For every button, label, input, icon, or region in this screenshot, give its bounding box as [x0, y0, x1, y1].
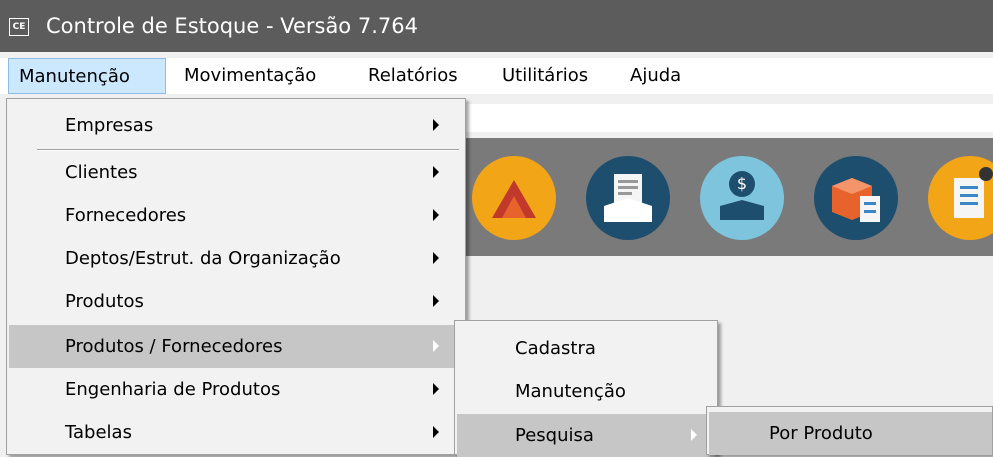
menu-item-label: Engenharia de Produtos: [65, 379, 281, 400]
menu-item-manutencao[interactable]: Manutenção: [457, 370, 715, 413]
menu-movimentacao[interactable]: Movimentação: [184, 58, 316, 94]
submenu-arrow-icon: [433, 166, 439, 178]
submenu-arrow-icon: [433, 119, 439, 131]
svg-text:$: $: [737, 174, 747, 193]
menu-item-por-produto[interactable]: Por Produto: [709, 412, 992, 455]
menu-item-deptos[interactable]: Deptos/Estrut. da Organização: [9, 237, 463, 280]
menu-item-engenharia[interactable]: Engenharia de Produtos: [9, 368, 463, 411]
title-bar: CE Controle de Estoque - Versão 7.764: [0, 0, 993, 52]
submenu-arrow-icon: [433, 340, 439, 352]
submenu-arrow-icon: [433, 383, 439, 395]
menu-item-label: Clientes: [65, 162, 138, 183]
open-box-document-icon[interactable]: [586, 156, 670, 240]
menu-item-label: Fornecedores: [65, 205, 187, 226]
submenu-arrow-icon: [433, 426, 439, 438]
menu-item-label: Deptos/Estrut. da Organização: [65, 248, 341, 269]
manutencao-dropdown: Empresas Clientes Fornecedores Deptos/Es…: [6, 98, 466, 455]
menu-item-label: Tabelas: [65, 422, 132, 443]
menu-manutencao[interactable]: Manutenção: [8, 58, 166, 94]
menu-item-fornecedores[interactable]: Fornecedores: [9, 194, 463, 237]
input-strip: [463, 104, 993, 132]
menu-item-cadastra[interactable]: Cadastra: [457, 327, 715, 370]
menu-item-tabelas[interactable]: Tabelas: [9, 411, 463, 454]
produtos-fornecedores-submenu: Cadastra Manutenção Pesquisa: [454, 320, 718, 457]
pesquisa-submenu: Por Produto: [706, 406, 993, 455]
window-title: Controle de Estoque - Versão 7.764: [46, 14, 418, 38]
app-logo-icon: CE: [9, 18, 29, 36]
menu-item-label: Pesquisa: [515, 425, 594, 446]
menu-item-empresas[interactable]: Empresas: [9, 104, 463, 147]
submenu-arrow-icon: [433, 209, 439, 221]
menu-relatorios[interactable]: Relatórios: [368, 58, 458, 94]
menu-utilitarios[interactable]: Utilitários: [502, 58, 588, 94]
menu-item-pesquisa[interactable]: Pesquisa: [457, 414, 715, 457]
money-box-icon[interactable]: $: [700, 156, 784, 240]
menu-item-label: Empresas: [65, 115, 154, 136]
document-icon[interactable]: [472, 156, 556, 240]
menu-item-label: Cadastra: [515, 338, 596, 359]
checklist-location-icon[interactable]: [928, 156, 993, 240]
submenu-arrow-icon: [691, 429, 697, 441]
menu-item-clientes[interactable]: Clientes: [9, 151, 463, 194]
menu-item-label: Manutenção: [515, 381, 626, 402]
submenu-arrow-icon: [433, 252, 439, 264]
submenu-arrow-icon: [433, 295, 439, 307]
menu-ajuda[interactable]: Ajuda: [630, 58, 681, 94]
menu-item-label: Produtos: [65, 291, 144, 312]
menu-bar: Manutenção Movimentação Relatórios Utili…: [0, 58, 993, 94]
menu-item-produtos[interactable]: Produtos: [9, 280, 463, 323]
menu-item-label: Por Produto: [769, 423, 873, 444]
menu-item-produtos-fornecedores[interactable]: Produtos / Fornecedores: [9, 325, 463, 368]
box-checklist-icon[interactable]: [814, 156, 898, 240]
menu-item-label: Produtos / Fornecedores: [65, 336, 283, 357]
